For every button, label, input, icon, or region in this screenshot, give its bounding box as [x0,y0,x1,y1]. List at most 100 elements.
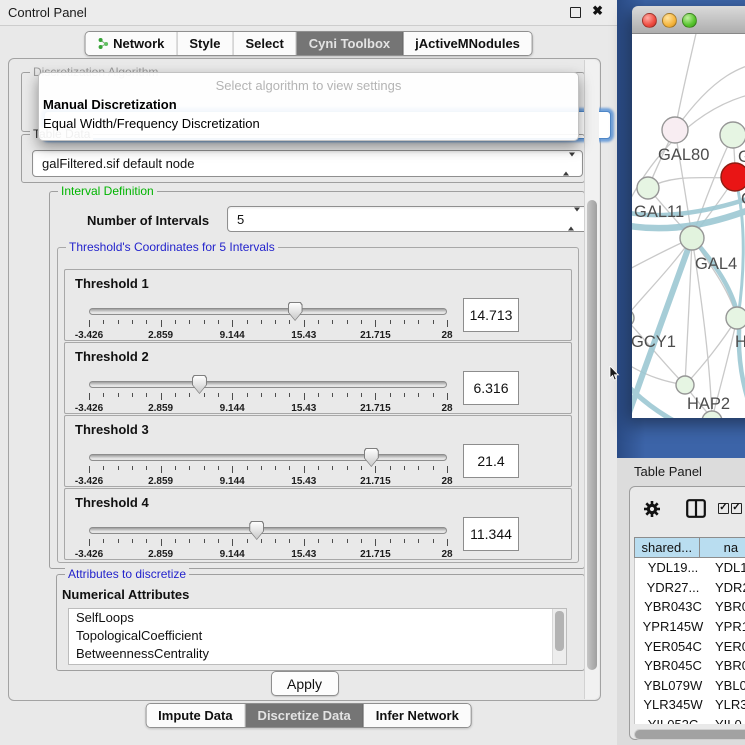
column-header-shared-name[interactable]: shared... [634,537,700,558]
slider-handle[interactable] [192,375,207,394]
table-cell[interactable]: YPR1 [711,619,745,634]
threshold-2-value-field[interactable]: 6.316 [463,371,519,405]
panel-scrollbar-thumb[interactable] [587,200,597,670]
tab-cyni-toolbox[interactable]: Cyni Toolbox [297,32,403,55]
threshold-4-value-field[interactable]: 11.344 [463,517,519,551]
numerical-attributes-list[interactable]: SelfLoopsTopologicalCoefficientBetweenne… [68,608,567,665]
tab-jactivemnodules[interactable]: jActiveMNodules [403,32,532,55]
checkbox-checked-icon[interactable]: ✓ [718,503,729,514]
table-row[interactable]: YDL19...YDL1 [635,558,745,578]
table-row[interactable]: YPR145WYPR1 [635,617,745,637]
dropdown-option-equal-width-frequency[interactable]: Equal Width/Frequency Discretization [43,116,260,131]
list-scrollbar-thumb[interactable] [555,611,564,651]
table-row[interactable]: YBL079WYBL0 [635,676,745,696]
threshold-3-slider[interactable]: -3.4262.8599.14415.4321.71528 [89,454,447,486]
threshold-1-slider[interactable]: -3.4262.8599.14415.4321.71528 [89,308,447,340]
threshold-4-slider[interactable]: -3.4262.8599.14415.4321.71528 [89,527,447,559]
node-hap2[interactable] [676,376,694,394]
table-row[interactable]: YER054CYER0 [635,636,745,656]
table-data-combobox[interactable]: galFiltered.sif default node [32,150,583,177]
tab-infer-network[interactable]: Infer Network [364,704,471,727]
threshold-2-slider[interactable]: -3.4262.8599.14415.4321.71528 [89,381,447,413]
attribute-list-item[interactable]: BetweennessCentrality [69,645,566,663]
table-cell[interactable]: YDR2 [711,580,745,595]
table-cell[interactable]: YDR27... [635,580,711,595]
slider-handle[interactable] [288,302,303,321]
table-cell[interactable]: YDL19... [635,560,711,575]
slider-track[interactable] [89,381,447,388]
tab-impute-data[interactable]: Impute Data [146,704,245,727]
slider-track[interactable] [89,527,447,534]
node-gal80[interactable] [662,117,688,143]
close-icon[interactable]: ✖ [592,3,603,19]
tick-mark [232,393,233,400]
panel-scrollbar[interactable] [584,60,599,699]
attribute-list-item[interactable]: TopologicalCoefficient [69,627,566,645]
table-row[interactable]: YBR043CYBR0 [635,597,745,617]
table-horizontal-scrollbar[interactable] [634,729,745,740]
checkbox-checked-icon[interactable]: ✓ [731,503,742,514]
stepper-arrows-icon[interactable] [568,212,580,227]
threshold-3-value-field[interactable]: 21.4 [463,444,519,478]
node-gcy1[interactable] [632,309,634,327]
tab-select[interactable]: Select [233,32,296,55]
attribute-list-item[interactable]: SelfLoops [69,609,566,627]
stepper-arrows-icon[interactable] [563,156,575,171]
slider-track[interactable] [89,308,447,315]
table-cell[interactable]: YBL0 [711,678,745,693]
table-cell[interactable]: YBR0 [711,599,745,614]
slider-handle[interactable] [249,521,264,540]
tick-mark [390,393,391,397]
table-cell[interactable]: YBR043C [635,599,711,614]
table-cell[interactable]: YBL079W [635,678,711,693]
table-row[interactable]: YDR27...YDR2 [635,578,745,598]
minimize-light-icon[interactable] [662,13,677,28]
table-body[interactable]: YDL19...YDL1YDR27...YDR2YBR043CYBR0YPR14… [634,558,745,724]
top-tab-bar: Network Style Select Cyni Toolbox jActiv… [84,31,533,56]
slider-handle[interactable] [364,448,379,467]
table-cell[interactable]: YIL052C [635,717,711,724]
column-header-name[interactable]: na [700,537,745,558]
table-cell[interactable]: YIL0 [711,717,742,724]
tab-network[interactable]: Network [85,32,177,55]
columns-icon[interactable] [686,499,706,518]
node-red-selected[interactable] [721,163,745,191]
tick-mark [404,393,405,397]
table-cell[interactable]: YER054C [635,639,711,654]
table-horizontal-scrollbar-thumb[interactable] [635,730,745,739]
network-graph: GAL80 GA C GAL11 GAL4 GCY1 H HAP2 [632,34,745,418]
table-cell[interactable]: YDL1 [711,560,745,575]
table-cell[interactable]: YBR045C [635,658,711,673]
number-of-intervals-combobox[interactable]: 5 [227,206,588,232]
gear-icon[interactable] [642,499,662,519]
dropdown-option-manual-discretization[interactable]: Manual Discretization [43,97,177,112]
table-panel-card: ✓ ✓ shared... na YDL19...YDL1YDR27...YDR… [629,486,745,740]
zoom-light-icon[interactable] [682,13,697,28]
threshold-1-value-field[interactable]: 14.713 [463,298,519,332]
close-light-icon[interactable] [642,13,657,28]
slider-tick-labels: -3.4262.8599.14415.4321.71528 [89,476,447,487]
node-gal4[interactable] [680,226,704,250]
tab-style[interactable]: Style [177,32,233,55]
table-cell[interactable]: YBR0 [711,658,745,673]
node-h[interactable] [726,307,745,329]
table-cell[interactable]: YPR145W [635,619,711,634]
table-cell[interactable]: YER0 [711,639,745,654]
node-ga[interactable] [720,122,745,148]
list-scrollbar[interactable] [552,609,566,664]
table-row[interactable]: YIL052CYIL0 [635,715,745,724]
node-gal11[interactable] [637,177,659,199]
network-view-window[interactable]: GAL80 GA C GAL11 GAL4 GCY1 H HAP2 [632,6,745,418]
node-label: HAP2 [687,395,730,413]
slider-track[interactable] [89,454,447,461]
tick-label: -3.426 [75,549,103,560]
apply-button[interactable]: Apply [271,671,339,696]
float-icon[interactable] [570,7,581,18]
network-canvas[interactable]: GAL80 GA C GAL11 GAL4 GCY1 H HAP2 [632,34,745,418]
table-cell[interactable]: YLR345W [635,697,711,712]
table-row[interactable]: YBR045CYBR0 [635,656,745,676]
table-cell[interactable]: YLR3 [711,697,745,712]
network-window-titlebar[interactable] [632,6,745,34]
tab-discretize-data[interactable]: Discretize Data [246,704,364,727]
table-row[interactable]: YLR345WYLR3 [635,695,745,715]
